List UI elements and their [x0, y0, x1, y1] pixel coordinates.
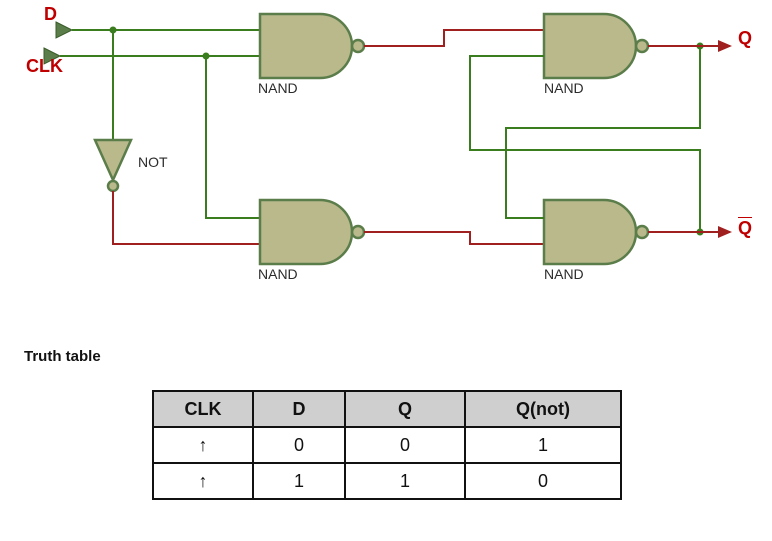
- header-qn: Q(not): [465, 391, 621, 427]
- label-qbar: Q: [738, 218, 752, 239]
- cell-qn: 0: [465, 463, 621, 499]
- port-d-icon: [56, 22, 72, 38]
- label-nand3: NAND: [544, 80, 584, 96]
- table-row: ↑ 1 1 0: [153, 463, 621, 499]
- wire-clk-to-nand2: [206, 56, 260, 218]
- cell-clk: ↑: [153, 427, 253, 463]
- header-d: D: [253, 391, 345, 427]
- wire-nand1-to-nand3: [364, 30, 544, 46]
- label-q: Q: [738, 28, 752, 49]
- label-nand1: NAND: [258, 80, 298, 96]
- label-nand4: NAND: [544, 266, 584, 282]
- label-nand2: NAND: [258, 266, 298, 282]
- arrow-qbar-icon: [718, 226, 732, 238]
- cell-clk: ↑: [153, 463, 253, 499]
- header-clk: CLK: [153, 391, 253, 427]
- header-q: Q: [345, 391, 465, 427]
- arrow-q-icon: [718, 40, 732, 52]
- nand2-gate: [260, 200, 364, 264]
- nand3-gate: [544, 14, 648, 78]
- truth-table-title: Truth table: [24, 348, 101, 365]
- cell-qn: 1: [465, 427, 621, 463]
- nand4-gate: [544, 200, 648, 264]
- cell-q: 0: [345, 427, 465, 463]
- cell-d: 0: [253, 427, 345, 463]
- cell-q: 1: [345, 463, 465, 499]
- label-clk: CLK: [26, 56, 63, 77]
- label-d: D: [44, 4, 57, 25]
- cell-d: 1: [253, 463, 345, 499]
- circuit-svg: [0, 0, 772, 310]
- truth-table: CLK D Q Q(not) ↑ 0 0 1 ↑ 1 1 0: [152, 390, 622, 500]
- nand1-gate: [260, 14, 364, 78]
- table-row: ↑ 0 0 1: [153, 427, 621, 463]
- table-header-row: CLK D Q Q(not): [153, 391, 621, 427]
- wire-nand2-to-nand4: [364, 232, 544, 244]
- not-gate: [95, 140, 131, 191]
- label-not: NOT: [138, 154, 168, 170]
- d-flipflop-circuit: D CLK Q Q NOT NAND NAND NAND NAND: [0, 0, 772, 310]
